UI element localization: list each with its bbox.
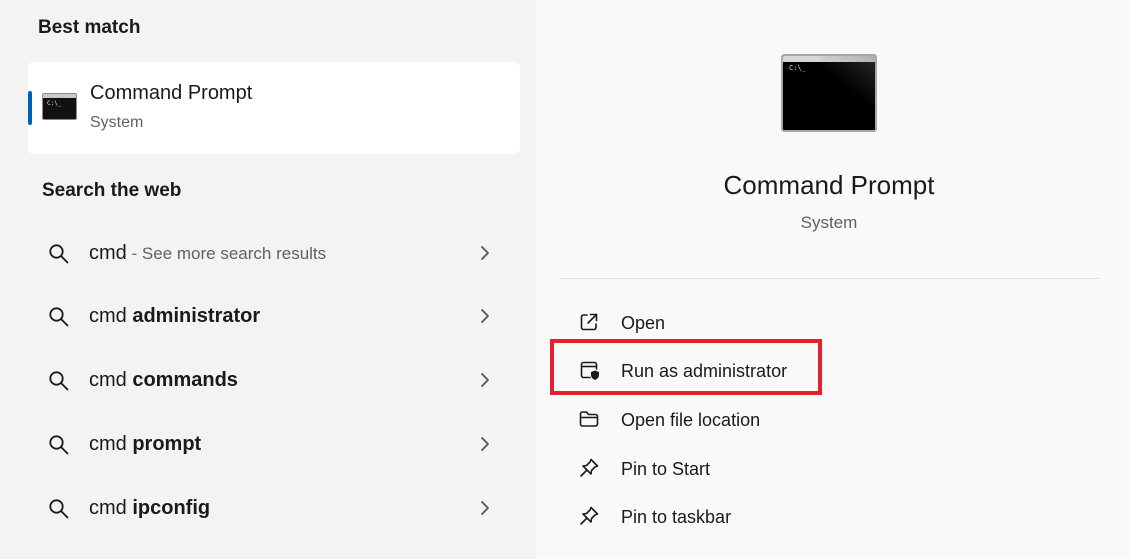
- chevron-right-icon: [481, 373, 489, 387]
- pin-icon: [580, 458, 599, 477]
- best-match-result[interactable]: C:\_ Command Prompt System: [28, 62, 520, 154]
- web-search-text: cmd prompt: [89, 433, 202, 455]
- preview-app-name: Command Prompt: [723, 170, 935, 200]
- search-icon: [49, 307, 69, 327]
- selection-indicator: [28, 91, 32, 125]
- search-icon: [49, 499, 69, 519]
- chevron-right-icon: [481, 246, 489, 260]
- app-preview-pane: C:\_ Command Prompt System Open Run as a…: [536, 0, 1129, 559]
- search-web-heading: Search the web: [42, 180, 182, 201]
- shield-admin-icon: [580, 361, 599, 380]
- action-open-file-location[interactable]: Open file location: [566, 398, 1066, 442]
- action-label: Pin to taskbar: [621, 507, 732, 527]
- web-search-text: cmd ipconfig: [89, 497, 211, 519]
- preview-app-type: System: [800, 213, 858, 232]
- divider: [561, 278, 1099, 279]
- web-search-item[interactable]: cmd ipconfig: [28, 481, 520, 535]
- web-search-text: cmd - See more search results: [89, 242, 327, 264]
- action-pin-to-taskbar[interactable]: Pin to taskbar: [566, 495, 1066, 539]
- web-search-item[interactable]: cmd prompt: [28, 417, 520, 471]
- web-search-item[interactable]: cmd administrator: [28, 289, 520, 343]
- chevron-right-icon: [481, 437, 489, 451]
- pin-icon: [580, 506, 599, 525]
- action-label: Run as administrator: [621, 361, 788, 381]
- best-match-heading: Best match: [38, 17, 141, 38]
- best-match-app-type: System: [90, 114, 144, 131]
- search-results-pane: Best match C:\_ Command Prompt System Se…: [0, 0, 536, 559]
- action-label: Open: [621, 313, 666, 333]
- action-pin-to-start[interactable]: Pin to Start: [566, 447, 1066, 491]
- best-match-app-name: Command Prompt: [90, 82, 253, 104]
- action-open[interactable]: Open: [566, 301, 1066, 345]
- command-prompt-icon: C:\_: [42, 93, 77, 120]
- search-icon: [49, 244, 69, 264]
- chevron-right-icon: [481, 501, 489, 515]
- web-search-item[interactable]: cmd commands: [28, 353, 520, 407]
- action-run-as-administrator[interactable]: Run as administrator: [566, 349, 1066, 393]
- command-prompt-large-icon: C:\_: [781, 54, 877, 132]
- action-label: Pin to Start: [621, 459, 711, 479]
- search-icon: [49, 371, 69, 391]
- search-icon: [49, 435, 69, 455]
- web-search-text: cmd commands: [89, 369, 238, 391]
- web-search-item[interactable]: cmd - See more search results: [28, 226, 520, 280]
- open-external-icon: [580, 313, 598, 331]
- chevron-right-icon: [481, 309, 489, 323]
- web-search-text: cmd administrator: [89, 305, 261, 327]
- folder-icon: [579, 411, 599, 427]
- action-label: Open file location: [621, 410, 761, 430]
